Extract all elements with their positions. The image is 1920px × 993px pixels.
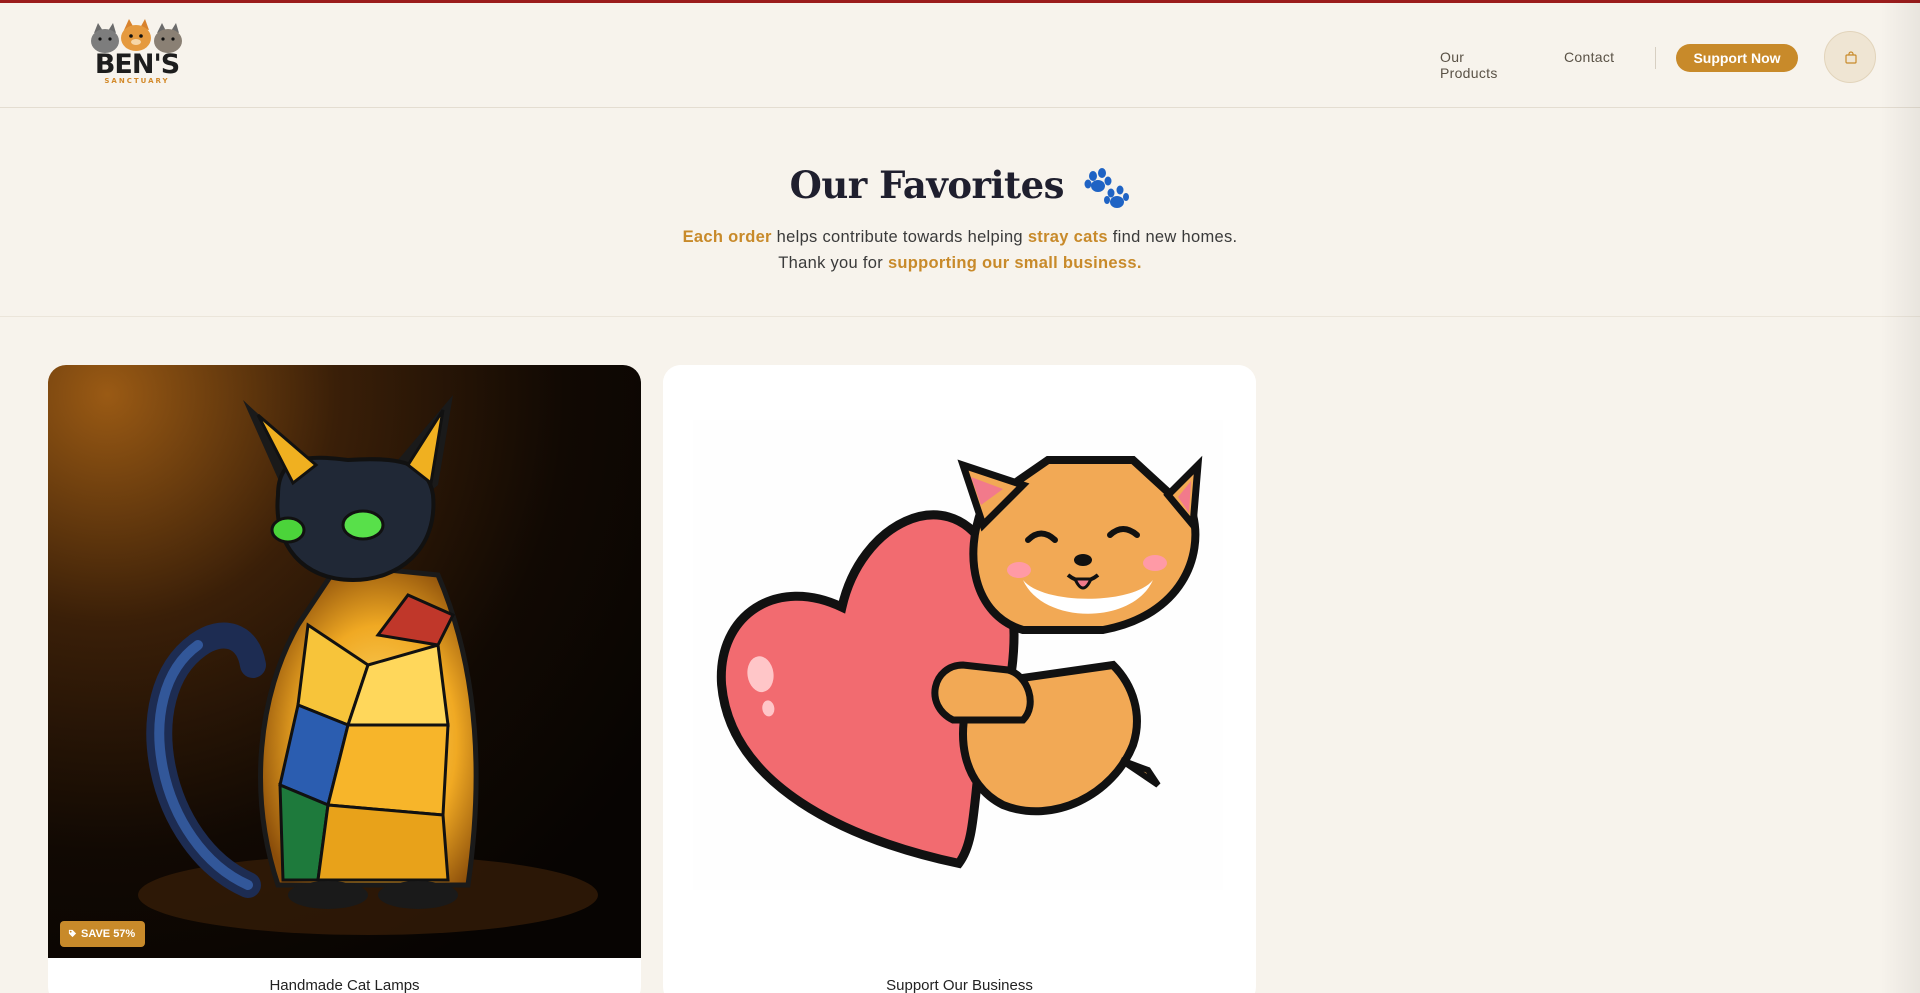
product-image-cat-lamp[interactable] xyxy=(48,365,641,958)
nav-contact[interactable]: Contact xyxy=(1564,49,1614,65)
shopping-bag-icon xyxy=(1845,51,1857,64)
hero-section: Our Favorites Each order helps contribut… xyxy=(0,108,1920,317)
brand-logo[interactable]: BEN'S SANCTUARY xyxy=(74,19,200,91)
product-image-cat-heart[interactable] xyxy=(663,365,1256,958)
cart-button[interactable] xyxy=(1824,31,1876,83)
discount-badge-text: SAVE 57% xyxy=(81,928,136,940)
support-now-button[interactable]: Support Now xyxy=(1676,44,1798,72)
hero-subtitle-line-1: Each order helps contribute towards help… xyxy=(0,228,1920,247)
highlight-each-order: Each order xyxy=(682,228,772,246)
nav-divider xyxy=(1655,47,1656,69)
highlight-small-business: supporting our small business. xyxy=(887,254,1142,272)
site-header: BEN'S SANCTUARY Our Products Contact Sup… xyxy=(0,3,1920,108)
product-card[interactable]: Support Our Business xyxy=(663,365,1256,993)
product-title[interactable]: Support Our Business xyxy=(663,977,1256,993)
nav-our-products[interactable]: Our Products xyxy=(1440,49,1498,81)
page-title-text: Our Favorites xyxy=(789,163,1065,207)
hero-text: Thank you for xyxy=(778,254,888,272)
hero-text: find new homes. xyxy=(1107,228,1238,246)
discount-badge: SAVE 57% xyxy=(60,921,146,947)
page-title: Our Favorites xyxy=(0,163,1920,210)
product-title[interactable]: Handmade Cat Lamps xyxy=(48,977,641,993)
brand-name: BEN'S xyxy=(94,49,180,80)
brand-tagline: SANCTUARY xyxy=(104,77,170,85)
tag-icon xyxy=(68,929,77,938)
product-card[interactable]: SAVE 57% Handmade Cat Lamps xyxy=(48,365,641,993)
highlight-stray-cats: stray cats xyxy=(1027,228,1108,246)
hero-text: helps contribute towards helping xyxy=(771,228,1028,246)
paw-icon xyxy=(1084,167,1130,208)
hero-subtitle-line-2: Thank you for supporting our small busin… xyxy=(0,254,1920,273)
